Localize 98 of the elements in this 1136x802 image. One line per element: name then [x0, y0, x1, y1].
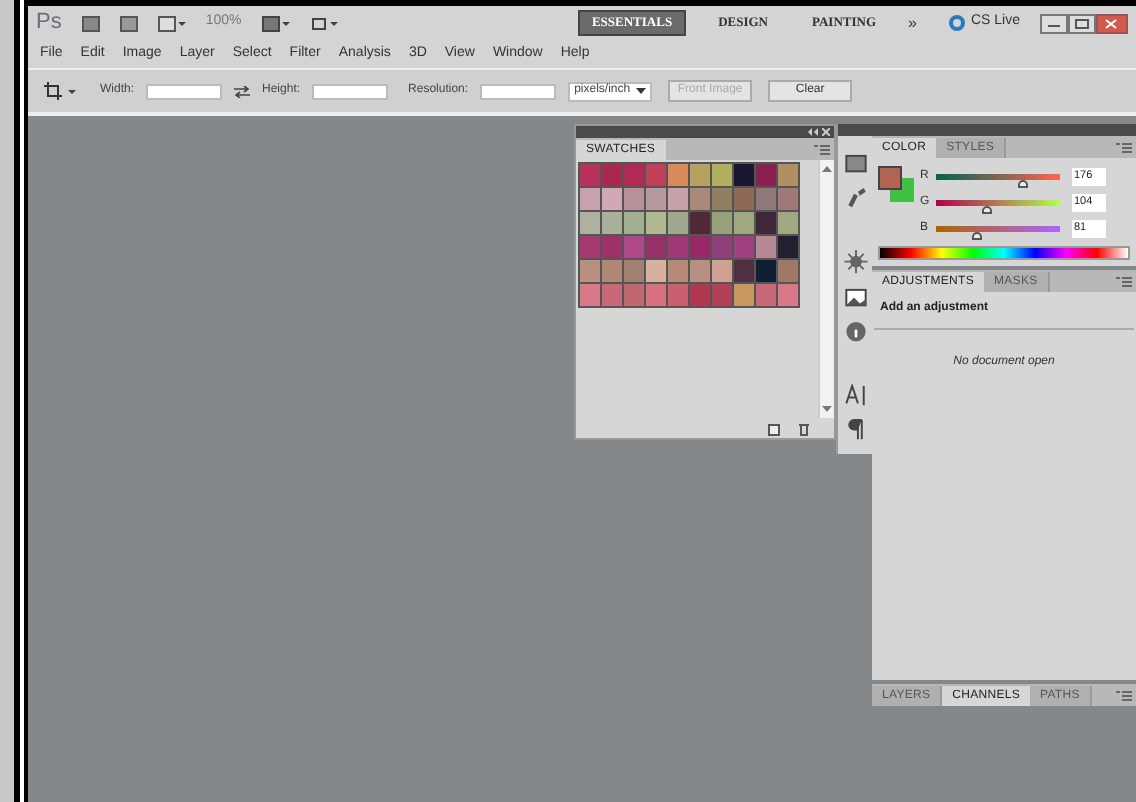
app-logo: Ps — [36, 8, 62, 39]
color-swatch[interactable] — [624, 212, 644, 234]
color-swatch[interactable] — [624, 164, 644, 186]
screen-icon[interactable] — [309, 15, 338, 31]
color-swatch[interactable] — [646, 164, 666, 186]
color-spectrum-bar[interactable] — [878, 246, 1130, 260]
dropdown-arrow-icon — [636, 88, 647, 94]
color-swatch[interactable] — [712, 212, 732, 234]
color-swatch[interactable] — [668, 284, 688, 306]
scroll-up-icon[interactable] — [822, 166, 832, 172]
color-swatch[interactable] — [668, 260, 688, 282]
color-swatch[interactable] — [778, 188, 798, 210]
width-field[interactable] — [146, 83, 223, 99]
color-swatch[interactable] — [602, 212, 622, 234]
color-swatch[interactable] — [580, 236, 600, 258]
color-swatch[interactable] — [580, 284, 600, 306]
color-swatch[interactable] — [646, 284, 666, 306]
panel-menu-icon[interactable] — [1116, 142, 1132, 154]
panel-menu-icon[interactable] — [814, 144, 830, 156]
color-swatch[interactable] — [602, 188, 622, 210]
color-swatch[interactable] — [646, 260, 666, 282]
gear-icon[interactable] — [843, 249, 867, 274]
color-swatch[interactable] — [734, 284, 754, 306]
scroll-bar[interactable] — [818, 160, 834, 418]
color-swatch[interactable] — [756, 164, 776, 186]
color-swatch[interactable] — [712, 260, 732, 282]
cs-live-icon — [948, 14, 967, 32]
color-swatch[interactable] — [580, 164, 600, 186]
image-icon[interactable] — [843, 285, 867, 309]
color-swatch[interactable] — [624, 284, 644, 306]
color-swatch[interactable] — [690, 260, 710, 282]
color-swatch[interactable] — [624, 188, 644, 210]
color-swatch[interactable] — [734, 212, 754, 234]
color-swatch[interactable] — [580, 260, 600, 282]
slider-thumb[interactable] — [1017, 180, 1028, 188]
color-swatch[interactable] — [624, 236, 644, 258]
color-swatch[interactable] — [602, 260, 622, 282]
info-icon[interactable] — [843, 320, 867, 344]
color-swatch[interactable] — [756, 188, 776, 210]
background-color-swatch[interactable] — [890, 178, 914, 202]
color-swatch[interactable] — [778, 236, 798, 258]
color-swatch[interactable] — [756, 236, 776, 258]
color-swatch[interactable] — [602, 164, 622, 186]
color-swatch[interactable] — [778, 164, 798, 186]
slider-thumb[interactable] — [971, 232, 982, 240]
trash-icon[interactable] — [798, 421, 810, 435]
color-swatch[interactable] — [668, 188, 688, 210]
character-icon[interactable] — [843, 383, 867, 407]
new-swatch-icon[interactable] — [768, 421, 782, 435]
swap-icon[interactable] — [234, 85, 251, 97]
color-swatch[interactable] — [756, 260, 776, 282]
color-swatch[interactable] — [690, 188, 710, 210]
more-workspaces-button[interactable]: » — [908, 11, 917, 35]
mini-bridge-icon[interactable] — [119, 15, 138, 31]
color-swatch[interactable] — [778, 284, 798, 306]
color-swatch[interactable] — [756, 212, 776, 234]
panel-menu-icon[interactable] — [1116, 690, 1132, 702]
arrange-icon[interactable] — [261, 15, 290, 31]
color-swatch[interactable] — [668, 236, 688, 258]
color-swatch[interactable] — [712, 284, 732, 306]
color-swatch[interactable] — [690, 284, 710, 306]
resolution-field[interactable] — [480, 83, 557, 99]
color-swatch[interactable] — [646, 236, 666, 258]
color-swatch[interactable] — [734, 236, 754, 258]
color-swatch[interactable] — [712, 188, 732, 210]
color-swatch[interactable] — [580, 212, 600, 234]
foreground-color-swatch[interactable] — [878, 166, 902, 190]
color-swatch[interactable] — [602, 236, 622, 258]
color-swatch[interactable] — [734, 188, 754, 210]
crop-tool-icon[interactable] — [44, 82, 76, 100]
color-swatch[interactable] — [712, 236, 732, 258]
panel-menu-icon[interactable] — [1116, 276, 1132, 288]
color-swatch[interactable] — [580, 188, 600, 210]
color-swatch[interactable] — [734, 164, 754, 186]
color-swatch[interactable] — [646, 212, 666, 234]
color-swatch[interactable] — [646, 188, 666, 210]
height-field[interactable] — [312, 83, 389, 99]
histogram-icon[interactable] — [843, 151, 867, 175]
color-swatch[interactable] — [778, 212, 798, 234]
color-swatch[interactable] — [778, 260, 798, 282]
window-controls-icon[interactable] — [1040, 13, 1128, 33]
color-swatch[interactable] — [712, 164, 732, 186]
color-swatch[interactable] — [690, 236, 710, 258]
color-swatch[interactable] — [668, 164, 688, 186]
color-swatch[interactable] — [734, 260, 754, 282]
color-swatch[interactable] — [756, 284, 776, 306]
color-swatch[interactable] — [602, 284, 622, 306]
color-swatch[interactable] — [668, 212, 688, 234]
scroll-down-icon[interactable] — [822, 406, 832, 412]
brush-icon[interactable] — [843, 186, 867, 210]
screen-mode-icon[interactable] — [157, 15, 186, 31]
color-swatch[interactable] — [690, 212, 710, 234]
color-swatch[interactable] — [624, 260, 644, 282]
color-swatch[interactable] — [690, 164, 710, 186]
bridge-icon[interactable] — [81, 15, 100, 31]
paragraph-icon[interactable] — [843, 418, 867, 442]
slider-thumb[interactable] — [982, 206, 993, 214]
close-icon[interactable] — [822, 128, 830, 136]
